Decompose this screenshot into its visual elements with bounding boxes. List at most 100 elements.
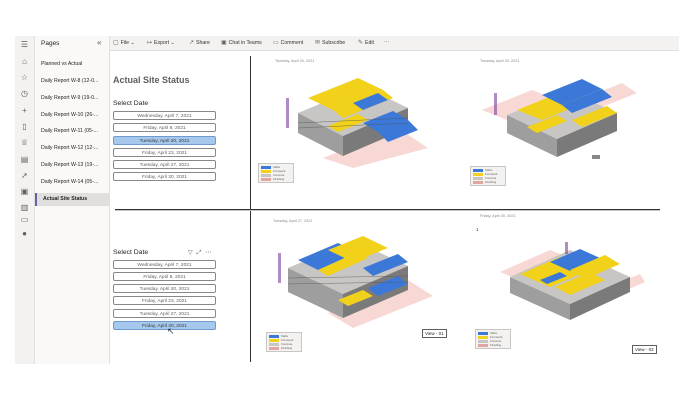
bim-model-top-right[interactable] [472, 65, 642, 170]
legend-swatch [261, 178, 271, 181]
bim-model-top-left[interactable] [268, 68, 433, 168]
horizontal-divider-shadow [115, 210, 660, 211]
page-item[interactable]: Daily Report W-13 (19-... [35, 159, 109, 172]
export-menu[interactable]: ↦ Export ⌄ [147, 39, 175, 46]
date-option[interactable]: Wednesday, April 7, 2021 [113, 111, 216, 120]
page-item[interactable]: Daily Report W-9 (19-0... [35, 92, 109, 105]
page-item[interactable]: Daily Report W-12 (12-... [35, 142, 109, 155]
user-icon[interactable]: ● [19, 228, 30, 239]
pages-title: Pages [41, 40, 60, 47]
comment-label: Comment [280, 40, 304, 46]
edit-label: Edit [365, 40, 374, 46]
edit-button[interactable]: ✎ Edit [358, 39, 374, 46]
board-icon[interactable]: ▤ [19, 154, 30, 165]
star-icon[interactable]: ☆ [19, 72, 30, 83]
legend: Slabs Formwork Concrete Finishing [470, 166, 506, 186]
clock-icon[interactable]: ◷ [19, 88, 30, 99]
date-slicer-title: Select Date [113, 249, 149, 256]
file-icon: ▢ [113, 40, 119, 46]
legend-swatch [473, 169, 483, 172]
trophy-icon[interactable]: ♕ [19, 137, 30, 148]
bim-model-bottom-right[interactable] [495, 232, 645, 332]
legend-swatch [473, 181, 483, 184]
page-item[interactable]: Daily Report W-10 (26-... [35, 109, 109, 122]
view-label: View - 01 [422, 329, 447, 338]
clipboard-icon[interactable]: ▯ [19, 121, 30, 132]
legend-swatch [261, 174, 271, 177]
file-label: File [120, 40, 130, 46]
rocket-icon[interactable]: ➚ [19, 170, 30, 181]
date-option[interactable]: Friday, April 23, 2021 [113, 296, 216, 305]
view-date-caption: Tuesday, April 27, 2021 [273, 219, 313, 223]
legend: Slabs Formwork Concrete Finishing [258, 163, 294, 183]
pencil-icon: ✎ [358, 40, 364, 46]
date-option[interactable]: Friday, April 23, 2021 [113, 148, 216, 157]
teams-icon: ▣ [221, 40, 227, 46]
date-option[interactable]: Tuesday, April 20, 2021 [113, 284, 216, 293]
home-icon[interactable]: ⌂ [19, 56, 30, 67]
date-option-selected[interactable]: Friday, April 30, 2021 [113, 321, 216, 330]
legend-swatch [261, 170, 271, 173]
file-menu[interactable]: ▢ File ⌄ [113, 39, 135, 46]
chevron-down-icon: ⌄ [170, 40, 175, 46]
page-item[interactable]: Daily Report W-8 (12-0... [35, 75, 109, 88]
date-option[interactable]: Tuesday, April 27, 2021 [113, 160, 216, 169]
legend-swatch [269, 343, 279, 346]
view-date-caption: Friday, April 30, 2021 [480, 214, 516, 218]
more-options-icon[interactable]: ⋯ [205, 250, 215, 256]
legend-swatch [473, 177, 483, 180]
mail-icon: ✉ [315, 40, 321, 46]
legend-label: Finishing [485, 180, 497, 184]
legend-label: Finishing [281, 346, 293, 350]
legend-swatch [261, 166, 271, 169]
date-option[interactable]: Friday, April 9, 2021 [113, 123, 216, 132]
share-button[interactable]: ↗ Share [189, 39, 210, 46]
view-date-caption: Tuesday, April 20, 2021 [480, 59, 520, 63]
book-icon[interactable]: ▥ [19, 202, 30, 213]
chat-in-teams-button[interactable]: ▣ Chat in Teams [221, 39, 262, 46]
page-item[interactable]: Daily Report W-11 (05-... [35, 125, 109, 138]
legend-swatch [269, 339, 279, 342]
monitor-icon[interactable]: ▣ [19, 186, 30, 197]
share-label: Share [196, 40, 210, 46]
bim-model-bottom-left[interactable] [268, 228, 438, 333]
export-icon: ↦ [147, 40, 153, 46]
comment-icon: ▭ [273, 40, 279, 46]
report-title: Actual Site Status [113, 75, 190, 85]
legend-swatch [478, 336, 488, 339]
legend-swatch [473, 173, 483, 176]
pages-pane: Pages « Planned vs Actual Daily Report W… [35, 36, 110, 364]
date-option[interactable]: Friday, April 9, 2021 [113, 272, 216, 281]
plus-icon[interactable]: + [19, 105, 30, 116]
legend-swatch [478, 332, 488, 335]
page-item[interactable]: Planned vs Actual [35, 58, 109, 71]
legend-label: Finishing [273, 177, 285, 181]
report-toolbar: ▢ File ⌄ ↦ Export ⌄ ↗ Share ▣ Chat in Teams … [110, 36, 679, 51]
filter-icon[interactable]: ▽ [188, 250, 197, 256]
date-option-selected[interactable]: Tuesday, April 20, 2021 [113, 136, 216, 145]
chat-label: Chat in Teams [228, 40, 262, 46]
chevron-down-icon: ⌄ [130, 40, 135, 46]
menu-icon[interactable]: ☰ [19, 39, 30, 50]
comment-button[interactable]: ▭ Comment [273, 39, 303, 46]
view-date-caption: Tuesday, April 20, 2021 [275, 59, 315, 63]
date-option[interactable]: Tuesday, April 27, 2021 [113, 309, 216, 318]
subscribe-label: Subscribe [322, 40, 346, 46]
date-option[interactable]: Friday, April 30, 2021 [113, 172, 216, 181]
subscribe-button[interactable]: ✉ Subscribe [315, 39, 345, 46]
date-option[interactable]: Wednesday, April 7, 2021 [113, 260, 216, 269]
legend: Slabs Formwork Concrete Finishing [266, 332, 302, 352]
page-item[interactable]: Daily Report W-14 (05-... [35, 176, 109, 189]
collapse-pane-icon[interactable]: « [97, 38, 101, 47]
page-item-actual-site-status[interactable]: Actual Site Status [35, 193, 109, 206]
more-options-button[interactable]: ··· [384, 39, 389, 45]
share-icon: ↗ [189, 40, 195, 46]
legend: Slabs Formwork Concrete Finishing [475, 329, 511, 349]
legend-swatch [269, 335, 279, 338]
app-rail: ☰ ⌂ ☆ ◷ + ▯ ♕ ▤ ➚ ▣ ▥ ▭ ● [15, 36, 35, 364]
legend-label: Finishing [490, 343, 502, 347]
slicer-header-icons: ▽⤢⋯ [188, 249, 215, 257]
marker-label: 1 [476, 227, 479, 232]
mouse-pointer-icon: ↖ [167, 326, 175, 336]
screen-share-icon[interactable]: ▭ [19, 214, 30, 225]
